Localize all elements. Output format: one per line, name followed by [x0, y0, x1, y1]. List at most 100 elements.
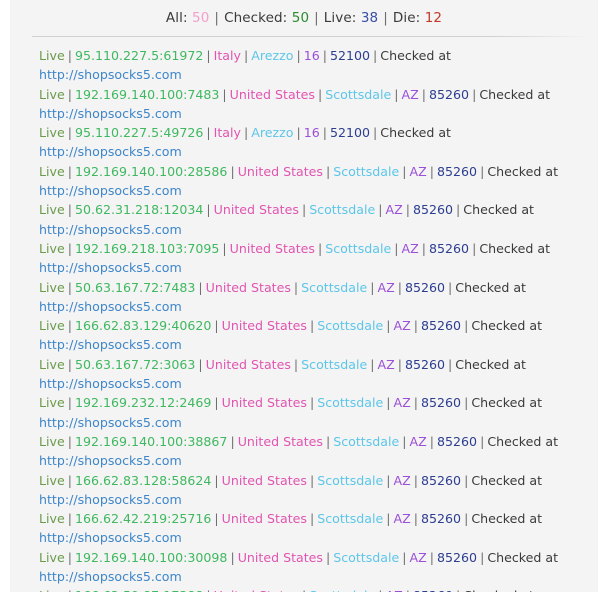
result-source-link[interactable]: http://shopsocks5.com [39, 183, 182, 198]
result-address[interactable]: 192.169.140.100:30098 [75, 550, 227, 565]
field-separator: | [394, 86, 399, 102]
result-address[interactable]: 166.62.83.129:40620 [75, 318, 211, 333]
field-separator: | [322, 125, 327, 141]
field-separator: | [464, 318, 469, 334]
field-separator: | [325, 163, 331, 179]
result-region: AZ [409, 433, 427, 449]
result-address[interactable]: 192.169.232.12:2469 [75, 395, 211, 410]
result-address[interactable]: 50.62.31.218:12034 [75, 202, 203, 217]
result-row: Live | 166.62.42.219:25716 | United States | S… [39, 509, 584, 548]
result-region: AZ [393, 318, 411, 334]
field-separator: | [402, 549, 407, 565]
field-separator: | [309, 472, 315, 488]
result-region: AZ [385, 202, 403, 218]
field-separator: | [67, 318, 72, 334]
result-country: United States [229, 240, 315, 256]
result-zip: 85260 [437, 549, 478, 565]
result-checked-at: Checked at [471, 511, 543, 527]
result-city: Scottsdale [333, 433, 400, 449]
result-checked-at: Checked at [380, 125, 451, 141]
result-address[interactable]: 192.169.218.103:7095 [75, 241, 219, 256]
result-address[interactable]: 95.110.227.5:49726 [75, 125, 203, 140]
result-country: United States [205, 356, 291, 372]
result-region: AZ [393, 395, 411, 411]
result-status: Live [39, 318, 65, 334]
result-row: Live | 50.62.31.218:12034 | United States | Sc… [39, 200, 584, 239]
result-row: Live | 50.63.167.72:3063 | United States | Sco… [39, 355, 584, 394]
field-separator: | [206, 48, 211, 63]
result-source-link[interactable]: http://shopsocks5.com [39, 492, 182, 507]
result-country: United States [221, 318, 307, 334]
field-separator: | [397, 279, 402, 295]
field-separator: | [403, 588, 413, 592]
field-separator: | [480, 549, 485, 565]
summary-separator: | [314, 10, 319, 26]
result-source-link[interactable]: http://shopsocks5.com [39, 67, 182, 82]
field-separator: | [413, 472, 418, 488]
result-address[interactable]: 192.169.140.100:28586 [75, 164, 227, 179]
result-row: Live|166.62.59.87:17388|United States|Sc… [39, 586, 584, 592]
field-separator: | [230, 433, 235, 449]
summary-die-label: Die: [392, 10, 421, 26]
result-city: Scottsdale [317, 472, 384, 488]
result-source-link[interactable]: http://shopsocks5.com [39, 106, 182, 121]
field-separator: | [309, 395, 315, 411]
result-status: Live [39, 433, 65, 449]
result-source-link[interactable]: http://shopsocks5.com [39, 260, 182, 275]
field-separator: | [370, 356, 375, 372]
result-row: Live | 192.169.140.100:38867 | United States… [39, 432, 584, 471]
result-address[interactable]: 166.62.59.87:17388 [75, 588, 203, 592]
result-city: Scottsdale [309, 202, 376, 218]
result-source-link[interactable]: http://shopsocks5.com [39, 530, 182, 545]
result-source-link[interactable]: http://shopsocks5.com [39, 222, 182, 237]
result-zip: 52100 [329, 48, 371, 63]
result-source-link[interactable]: http://shopsocks5.com [39, 299, 182, 314]
result-region: AZ [393, 472, 411, 488]
result-zip: 85260 [420, 511, 462, 527]
result-address[interactable]: 192.169.140.100:38867 [75, 434, 227, 449]
result-checked-at: Checked at [487, 163, 559, 179]
result-city: Scottsdale [333, 549, 400, 565]
result-region: AZ [401, 86, 419, 102]
field-separator: | [453, 588, 463, 592]
field-separator: | [386, 318, 391, 334]
result-address[interactable]: 166.62.42.219:25716 [75, 511, 211, 526]
result-source-link[interactable]: http://shopsocks5.com [39, 144, 182, 159]
field-separator: | [464, 511, 469, 527]
summary-live-label: Live: [323, 10, 357, 26]
result-source-link[interactable]: http://shopsocks5.com [39, 337, 182, 352]
result-city: Scottsdale [325, 240, 392, 256]
field-separator: | [67, 48, 72, 63]
field-separator: | [296, 125, 301, 141]
result-source-link[interactable]: http://shopsocks5.com [39, 415, 182, 430]
result-status: Live [39, 163, 65, 179]
result-region: 16 [303, 48, 320, 63]
result-address[interactable]: 50.63.167.72:7483 [75, 280, 195, 295]
result-region: AZ [393, 511, 411, 527]
result-row: Live | 166.62.83.128:58624 | United States | S… [39, 471, 584, 510]
field-separator: | [386, 511, 391, 527]
field-separator: | [214, 511, 219, 527]
result-country: United States [214, 588, 299, 592]
result-address[interactable]: 95.110.227.5:61972 [75, 48, 203, 63]
result-country: United States [221, 472, 307, 488]
result-source-link[interactable]: http://shopsocks5.com [39, 376, 182, 391]
result-country: Italy [213, 48, 241, 63]
field-separator: | [309, 511, 315, 527]
summary-item-live: Live: 38 [324, 10, 378, 26]
field-separator: | [214, 318, 219, 334]
result-zip: 85260 [413, 588, 453, 592]
result-source-link[interactable]: http://shopsocks5.com [39, 569, 182, 584]
result-checked-at: Checked at [471, 472, 543, 488]
result-source-link[interactable]: http://shopsocks5.com [39, 453, 182, 468]
summary-checked-label: Checked: [224, 10, 288, 26]
result-address[interactable]: 192.169.140.100:7483 [75, 87, 219, 102]
result-zip: 85260 [428, 86, 470, 102]
field-separator: | [472, 240, 477, 256]
result-address[interactable]: 50.63.167.72:3063 [75, 357, 195, 372]
field-separator: | [373, 48, 378, 63]
result-checked-at: Checked at [471, 318, 543, 334]
result-address[interactable]: 166.62.83.128:58624 [75, 473, 211, 488]
result-zip: 85260 [412, 202, 454, 218]
field-separator: | [198, 279, 203, 295]
